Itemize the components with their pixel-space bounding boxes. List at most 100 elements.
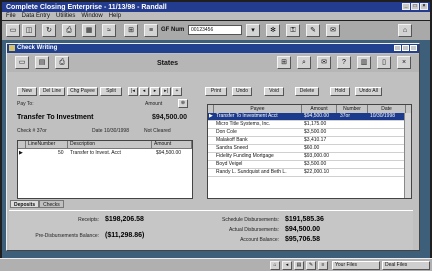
gf-dropdown-icon[interactable]: ▾ <box>246 24 260 37</box>
table-row[interactable]: Sandra Sneed $60.00 <box>208 145 411 153</box>
calculator-icon[interactable]: ⊞ <box>124 24 138 37</box>
back-icon[interactable]: ◂ <box>282 261 292 270</box>
amount-cell: $93,000.00 <box>304 153 330 159</box>
number-cell: 37or <box>340 113 351 119</box>
deal-files-task[interactable]: Deal Files <box>382 261 430 270</box>
first-record-icon[interactable]: |◂ <box>128 87 138 96</box>
print-button[interactable]: Print <box>205 87 227 96</box>
notes-icon[interactable]: ≡ <box>318 261 328 270</box>
chart-icon[interactable]: ≈ <box>102 24 116 37</box>
col-number[interactable]: Number <box>337 105 368 113</box>
ledger-tabs: Deposits Checks <box>10 200 64 209</box>
date-cell: 10/30/1998 <box>370 113 396 119</box>
del-line-button[interactable]: Del Line <box>39 87 65 96</box>
print-check-icon[interactable]: ⎙ <box>55 56 69 69</box>
col-amount[interactable]: Amount <box>152 141 192 149</box>
split-button[interactable]: Split <box>100 87 122 96</box>
payee-cell: Sandra Sneed <box>216 145 248 151</box>
col-linenumber[interactable]: LineNumber <box>26 141 68 149</box>
description-cell[interactable]: Transfer to Invest. Acct <box>70 150 121 156</box>
payee-cell: Micro Title Systems, Inc. <box>216 121 271 127</box>
col-amount[interactable]: Amount <box>302 105 337 113</box>
table-row[interactable]: Fidelity Funding Mortgage $93,000.00 <box>208 153 411 161</box>
cw-maximize-button[interactable] <box>402 45 409 51</box>
void-button[interactable]: Void <box>264 87 284 96</box>
menu-file[interactable]: File <box>6 13 16 19</box>
gf-num-input[interactable]: 00123456 <box>188 25 242 35</box>
close-window-icon[interactable]: × <box>397 56 411 69</box>
calendar-icon[interactable]: ▦ <box>82 24 96 37</box>
menu-data-entry[interactable]: Data Entry <box>22 13 50 19</box>
home-icon[interactable]: ⌂ <box>270 261 280 270</box>
menu-help[interactable]: Help <box>109 13 121 19</box>
cw-close-button[interactable] <box>410 45 417 51</box>
hold-button[interactable]: Hold <box>330 87 350 96</box>
new-file-icon[interactable]: ▭ <box>6 24 20 37</box>
prev-record-icon[interactable]: ◂ <box>139 87 149 96</box>
table-row[interactable]: Boyd Veigel $3,500.00 <box>208 161 411 169</box>
col-payee[interactable]: Payee <box>214 105 302 113</box>
table-row[interactable]: Don Cole $3,500.00 <box>208 129 411 137</box>
vertical-scrollbar[interactable] <box>404 113 411 198</box>
undo-all-button[interactable]: Undo All <box>355 87 382 96</box>
payee-name[interactable]: Transfer To Investment <box>17 114 94 121</box>
cw-minimize-button[interactable] <box>394 45 401 51</box>
last-record-icon[interactable]: ▸| <box>161 87 171 96</box>
new-check-icon[interactable]: ▭ <box>15 56 29 69</box>
clear-status: Not Cleared <box>144 128 171 134</box>
list-icon[interactable]: ≡ <box>144 24 158 37</box>
calc-icon[interactable]: ⊞ <box>277 56 291 69</box>
delete-button[interactable]: Delete <box>295 87 319 96</box>
receipts-value: $198,206.58 <box>105 216 144 223</box>
notes-icon[interactable]: ✉ <box>326 24 340 37</box>
payees-table: Payee Amount Number Date ▶ Transfer To I… <box>207 104 412 199</box>
col-description[interactable]: Description <box>68 141 152 149</box>
chg-payee-button[interactable]: Chg Payee <box>67 87 98 96</box>
receipts-label: Receipts: <box>78 217 99 223</box>
menu-window[interactable]: Window <box>81 13 102 19</box>
your-files-task[interactable]: Your Files <box>332 261 380 270</box>
tab-checks[interactable]: Checks <box>39 200 64 208</box>
amount-cell[interactable]: $94,500.00 <box>156 150 181 156</box>
table-row[interactable]: Malakoff Bank $3,410.17 <box>208 137 411 145</box>
book-icon[interactable]: ▥ <box>357 56 371 69</box>
search-icon[interactable]: ⌕ <box>297 56 311 69</box>
amount-cell: $3,410.17 <box>304 137 327 143</box>
minimize-button[interactable]: _ <box>402 3 410 10</box>
check-amount: $94,500.00 <box>152 114 188 121</box>
open-folder-icon[interactable]: ◫ <box>22 24 36 37</box>
edit-icon[interactable]: ✎ <box>306 24 320 37</box>
col-date[interactable]: Date <box>368 105 406 113</box>
app-title: Complete Closing Enterprise - 11/13/98 -… <box>6 3 167 11</box>
amount-cell: $60.00 <box>304 145 320 151</box>
pre-disbursements-value: ($11,298.86) <box>105 232 145 239</box>
next-record-icon[interactable]: ▸ <box>150 87 160 96</box>
section-title: States <box>157 60 179 67</box>
door-icon[interactable]: ▯ <box>377 56 391 69</box>
lock-icon[interactable]: ⚿ <box>286 24 300 37</box>
close-button[interactable]: × <box>420 3 428 10</box>
print-icon[interactable]: ⎙ <box>62 24 76 37</box>
exit-icon[interactable]: ⌂ <box>398 24 412 37</box>
edit-icon[interactable]: ✎ <box>306 261 316 270</box>
maximize-button[interactable]: □ <box>411 3 419 10</box>
menu-utilities[interactable]: Utilities <box>56 13 75 19</box>
settings-icon[interactable]: ✻ <box>266 24 280 37</box>
new-button[interactable]: New <box>17 87 37 96</box>
line-number-cell[interactable]: 50 <box>58 150 64 156</box>
undo-button[interactable]: Undo <box>232 87 252 96</box>
table-row[interactable]: Randy L. Sundquist and Beth L. $22,000.1… <box>208 169 411 177</box>
payee-cell: Boyd Veigel <box>216 161 243 167</box>
table-row[interactable]: ▶ Transfer To Investment Acct $94,500.00… <box>208 113 411 121</box>
files-icon[interactable]: ▤ <box>294 261 304 270</box>
help-icon[interactable]: ? <box>337 56 351 69</box>
envelope-icon[interactable]: ✉ <box>317 56 331 69</box>
amount-label: Amount <box>145 101 163 107</box>
gf-num-label: GF Num <box>161 27 185 33</box>
tab-deposits[interactable]: Deposits <box>10 200 40 208</box>
save-icon[interactable]: ▤ <box>35 56 49 69</box>
refresh-icon[interactable]: ↻ <box>42 24 56 37</box>
add-record-icon[interactable]: + <box>172 87 182 96</box>
check-action-icon[interactable]: ⊛ <box>178 99 188 108</box>
table-row[interactable]: Micro Title Systems, Inc. $1,175.00 <box>208 121 411 129</box>
